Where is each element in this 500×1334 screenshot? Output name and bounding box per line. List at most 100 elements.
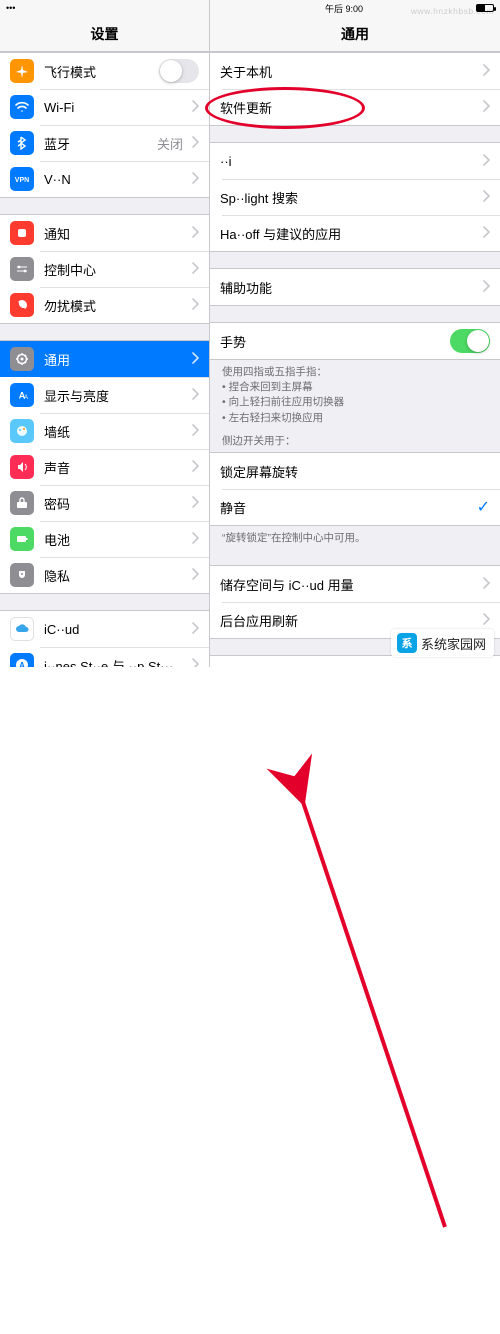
sidebar-item-wall[interactable]: 墙纸 (0, 413, 209, 449)
chevron-right-icon (482, 154, 490, 169)
sidebar-item-label: 隐私 (44, 566, 187, 585)
left-group: 通用 AA 显示与亮度墙纸声音密码电池隐私 (0, 340, 209, 594)
sidebar-item-label: 电池 (44, 530, 187, 549)
watermark-logo-icon: 系 (397, 633, 417, 653)
check-icon: ✓ (477, 497, 490, 517)
detail-row[interactable]: ··i (210, 143, 500, 179)
chevron-right-icon (191, 622, 199, 637)
chevron-right-icon (482, 280, 490, 295)
right-group: 锁定屏幕旋转静音✓ (210, 452, 500, 526)
wall-icon (10, 419, 34, 443)
watermark: 系 系统家园网 (391, 629, 494, 657)
signal-icon: ••• (6, 3, 15, 13)
detail-row[interactable]: 静音✓ (210, 489, 500, 525)
left-scroll[interactable]: 飞行模式Wi-Fi蓝牙关闭VPNV··N通知控制中心勿扰模式通用AA显示与亮度墙… (0, 52, 209, 667)
sidebar-item-label: 蓝牙 (44, 134, 157, 153)
chevron-right-icon (191, 172, 199, 187)
detail-row[interactable]: Sp··light 搜索 (210, 179, 500, 215)
detail-row[interactable]: 关于本机 (210, 53, 500, 89)
chevron-right-icon (191, 658, 199, 668)
icloud-icon (10, 617, 34, 641)
detail-row-label: Sp··light 搜索 (220, 188, 478, 207)
sidebar-item-bt[interactable]: 蓝牙关闭 (0, 125, 209, 161)
appstore-icon: A (10, 653, 34, 667)
chevron-right-icon (191, 568, 199, 583)
sidebar-item-label: 控制中心 (44, 260, 187, 279)
sidebar-item-appstore[interactable]: Ai··nes St··e 与 ··p St··· (0, 647, 209, 667)
detail-row[interactable]: 锁定屏幕旋转 (210, 453, 500, 489)
display-icon: AA (10, 383, 34, 407)
dnd-icon (10, 293, 34, 317)
section-footer: “旋转锁定”在控制中心中可用。 (210, 526, 500, 549)
detail-row-label: 后台应用刷新 (220, 611, 478, 630)
detail-row-label: 手势 (220, 332, 450, 351)
right-group: ··i Sp··light 搜索 Ha··off 与建议的应用 (210, 142, 500, 252)
batt-icon (10, 527, 34, 551)
chevron-right-icon (191, 100, 199, 115)
detail-row-label: 关于本机 (220, 62, 478, 81)
detail-row[interactable]: 储存空间与 iC··ud 用量 (210, 566, 500, 602)
sound-icon (10, 455, 34, 479)
svg-text:A: A (24, 395, 28, 401)
section-footer: 使用四指或五指手指：• 捏合来回到主屏幕• 向上轻扫前往应用切换器• 左右轻扫来… (210, 360, 500, 429)
left-group: iC··udAi··nes St··e 与 ··p St··· (0, 610, 209, 667)
switch[interactable] (450, 329, 490, 353)
vpn-icon: VPN (10, 167, 34, 191)
sidebar-item-priv[interactable]: 隐私 (0, 557, 209, 593)
detail-row-label: 储存空间与 iC··ud 用量 (220, 575, 478, 594)
sidebar-item-vpn[interactable]: VPN V··N (0, 161, 209, 197)
airplane-icon (10, 59, 34, 83)
switch[interactable] (159, 59, 199, 83)
sidebar-item-label: 通用 (44, 350, 187, 369)
sidebar-item-control[interactable]: 控制中心 (0, 251, 209, 287)
sidebar-item-label: 声音 (44, 458, 187, 477)
sidebar-item-general[interactable]: 通用 (0, 341, 209, 377)
chevron-right-icon (482, 190, 490, 205)
sidebar-item-label: V··N (44, 172, 187, 187)
detail-row[interactable]: 软件更新 (210, 89, 500, 125)
sidebar-item-wifi[interactable]: Wi-Fi (0, 89, 209, 125)
detail-row-label: ··i (220, 154, 478, 169)
sidebar-item-notif[interactable]: 通知 (0, 215, 209, 251)
sidebar-item-batt[interactable]: 电池 (0, 521, 209, 557)
right-group: 关于本机软件更新 (210, 52, 500, 126)
sidebar-item-label: 勿扰模式 (44, 296, 187, 315)
sidebar-item-label: i··nes St··e 与 ··p St··· (44, 656, 187, 668)
detail-row[interactable]: 辅助功能 (210, 269, 500, 305)
sidebar-item-airplane[interactable]: 飞行模式 (0, 53, 209, 89)
pass-icon (10, 491, 34, 515)
wifi-icon (10, 95, 34, 119)
chevron-right-icon (191, 424, 199, 439)
detail-row[interactable]: 自动锁定2 分钟 (210, 656, 500, 667)
chevron-right-icon (191, 352, 199, 367)
detail-row[interactable]: Ha··off 与建议的应用 (210, 215, 500, 251)
annotation-arrow (0, 667, 500, 1334)
right-group: 自动锁定2 分钟访问限制锁定/解锁 (210, 655, 500, 667)
svg-text:A: A (19, 661, 25, 667)
right-title: 通用 (341, 24, 369, 44)
sidebar-item-label: 密码 (44, 494, 187, 513)
detail-row-label: Ha··off 与建议的应用 (220, 224, 478, 243)
sidebar-item-value: 关闭 (157, 134, 183, 153)
left-group: 通知控制中心勿扰模式 (0, 214, 209, 324)
sidebar-item-icloud[interactable]: iC··ud (0, 611, 209, 647)
watermark-text: 系统家园网 (421, 634, 486, 653)
chevron-right-icon (191, 226, 199, 241)
chevron-right-icon (482, 226, 490, 241)
sidebar-item-label: 显示与亮度 (44, 386, 187, 405)
right-scroll[interactable]: 关于本机软件更新 ··i Sp··light 搜索 Ha··off 与建议的应用辅助功… (210, 52, 500, 667)
sidebar-item-pass[interactable]: 密码 (0, 485, 209, 521)
right-navbar: 通用 (210, 16, 500, 52)
sidebar-item-label: 飞行模式 (44, 62, 159, 81)
svg-text:VPN: VPN (15, 177, 29, 184)
sidebar-item-sound[interactable]: 声音 (0, 449, 209, 485)
chevron-right-icon (191, 298, 199, 313)
chevron-right-icon (191, 496, 199, 511)
sidebar-item-dnd[interactable]: 勿扰模式 (0, 287, 209, 323)
sidebar-item-display[interactable]: AA 显示与亮度 (0, 377, 209, 413)
bt-icon (10, 131, 34, 155)
chevron-right-icon (482, 613, 490, 628)
detail-row-label: 静音 (220, 498, 477, 517)
detail-row[interactable]: 手势 (210, 323, 500, 359)
right-group: 手势 (210, 322, 500, 360)
